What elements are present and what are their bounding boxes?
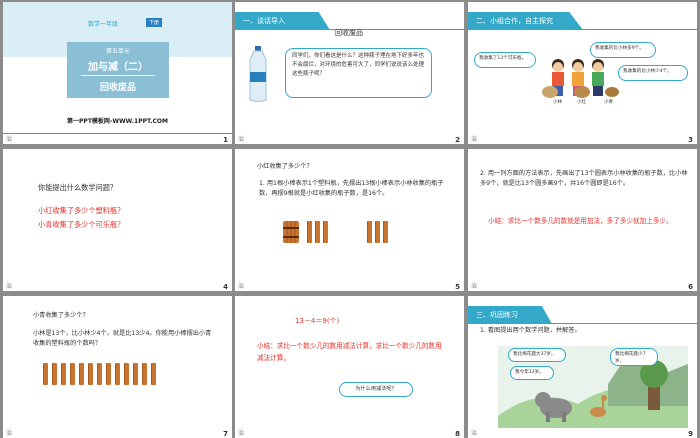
stick (97, 363, 102, 385)
lesson-subtitle: 回收废品 (99, 83, 136, 93)
lesson-title: 加与减（二） (88, 62, 148, 73)
slide-4[interactable]: 你能提出什么数学问题？ 小红收集了多少个塑料瓶？ 小青收集了多少个可乐瓶？ 治 4 (3, 149, 232, 291)
stick (70, 363, 75, 385)
stick (61, 363, 66, 385)
section-header: 二、小组合作，自主探究 (468, 12, 583, 30)
name-xiaohong: 小红 (577, 100, 586, 105)
summary-text: 小结：求比一个数多几的数就是用加法，多了多少就加上多少。 (488, 217, 673, 225)
bubble-age: 我今年12岁。 (510, 366, 554, 380)
slide-number: 9 (688, 430, 693, 438)
section-header: 三、巩固练习 (468, 306, 552, 324)
stick (323, 221, 328, 243)
name-xiaoqing: 小青 (604, 100, 613, 105)
bottle-image (247, 46, 269, 102)
slide-number: 8 (455, 430, 460, 438)
site-text: 第一PPT模板网-WWW.1PPT.COM (67, 118, 168, 125)
slide-handle-icon[interactable]: 治 (6, 281, 12, 290)
stick (307, 221, 312, 243)
header-line (468, 29, 697, 30)
slide-5[interactable]: 小红收集了多少个？ 1. 用1根小棒表示1个塑料瓶，先摆出13根小棒表示小林收集… (235, 149, 464, 291)
method-text: 2. 用一列方面的方法表示，先画出了13个圆表示小林收集的瓶子数，比小林多9个，… (480, 170, 688, 187)
grade-label: 数学一年级 (88, 21, 119, 28)
volume-badge: 下册 (146, 18, 163, 27)
slide-8[interactable]: 13－4＝9(个) 小结：求比一个数少几的数用减法计算，求比一个数少几的数用减法… (235, 296, 464, 438)
slide-number: 6 (688, 283, 693, 291)
name-xiaolin: 小林 (553, 100, 562, 105)
slide-handle-icon[interactable]: 治 (471, 281, 477, 290)
stick-bundle (283, 221, 299, 243)
stick (88, 363, 93, 385)
question-text: 你能提出什么数学问题？ (38, 183, 118, 192)
question-text: 小红收集了多少个？ (257, 163, 313, 170)
stick (79, 363, 84, 385)
slide-7[interactable]: 小青收集了多少个？ 小林是13个，比小林少4个，就是比13少4。你能用小棒摆出小… (3, 296, 232, 438)
slide-handle-icon[interactable]: 治 (238, 281, 244, 290)
stick (315, 221, 320, 243)
question-2: 小青收集了多少个可乐瓶？ (38, 220, 125, 229)
bubble-xiaoqing: 我收集的比小林少4个。 (618, 65, 688, 81)
slide-3[interactable]: 二、小组合作，自主探究 我收集了13个可乐瓶。 我收集的比小林多9个。 我收集的… (468, 2, 697, 144)
stick (133, 363, 138, 385)
slide-handle-icon[interactable]: 治 (238, 428, 244, 437)
question-text: 小青收集了多少个？ (33, 312, 89, 319)
bubble-younger: 我比梅花鹿少7岁。 (610, 348, 658, 366)
title-divider (81, 75, 155, 76)
method-text: 小林是13个，比小林少4个，就是比13少4。你能用小棒摆出小青收集的塑料瓶的个数… (33, 330, 212, 347)
bags-illustration (540, 82, 620, 98)
slide-2[interactable]: 一、谈话导入 回收废品 同学们，你们看这是什么？这种瓶子埋在地下好多年也不会腐烂… (235, 2, 464, 144)
slide-number: 7 (223, 430, 228, 438)
stick (151, 363, 156, 385)
stick (375, 221, 380, 243)
slide-handle-icon[interactable]: 治 (6, 428, 12, 437)
slide-1[interactable]: 数学一年级 下册 第五单元 加与减（二） 回收废品 第一PPT模板网-WWW.1… (3, 2, 232, 144)
slide-handle-icon[interactable]: 治 (6, 134, 12, 143)
stick (115, 363, 120, 385)
slide-handle-icon[interactable]: 治 (238, 134, 244, 143)
section-header: 一、谈话导入 (235, 12, 330, 30)
bubble-xiaolin: 我收集了13个可乐瓶。 (474, 52, 536, 68)
slide-handle-icon[interactable]: 治 (471, 428, 477, 437)
speech-bubble: 同学们，你们看这是什么？这种瓶子埋在地下好多年也不会腐烂，对环境的危害可大了，同… (285, 48, 432, 98)
slide-9[interactable]: 三、巩固练习 1. 看图提出两个数学问题，并解答。 我比梅花鹿大37岁。 我比梅… (468, 296, 697, 438)
slide-handle-icon[interactable]: 治 (471, 134, 477, 143)
slide-title: 回收废品 (335, 29, 363, 37)
unit-label: 第五单元 (105, 48, 130, 55)
slide-number: 5 (455, 283, 460, 291)
stick (43, 363, 48, 385)
stick (142, 363, 147, 385)
stick (52, 363, 57, 385)
equation: 13－4＝9(个) (295, 317, 340, 325)
stick (367, 221, 372, 243)
slide-6[interactable]: 2. 用一列方面的方法表示，先画出了13个圆表示小林收集的瓶子数，比小林多9个，… (468, 149, 697, 291)
bubble-elephant-older: 我比梅花鹿大37岁。 (508, 348, 566, 362)
header-line (468, 323, 697, 324)
method-text: 1. 用1根小棒表示1个塑料瓶，先摆出13根小棒表示小林收集的瓶子数，再摆9根就… (259, 180, 444, 197)
summary-text: 小结：求比一个数少几的数用减法计算，求比一个数少几的数用减法计算。 (257, 342, 442, 362)
stick (124, 363, 129, 385)
slide-number: 1 (223, 136, 228, 144)
bubble-xiaohong: 我收集的比小林多9个。 (590, 42, 656, 58)
slide-number: 4 (223, 283, 228, 291)
question-1: 小红收集了多少个塑料瓶？ (38, 206, 125, 215)
exercise-text: 1. 看图提出两个数学问题，并解答。 (480, 327, 581, 334)
question-bubble: 为什么用减法呢？ (339, 382, 413, 397)
slide-number: 2 (455, 136, 460, 144)
stick (383, 221, 388, 243)
slide-number: 3 (688, 136, 693, 144)
stick (106, 363, 111, 385)
